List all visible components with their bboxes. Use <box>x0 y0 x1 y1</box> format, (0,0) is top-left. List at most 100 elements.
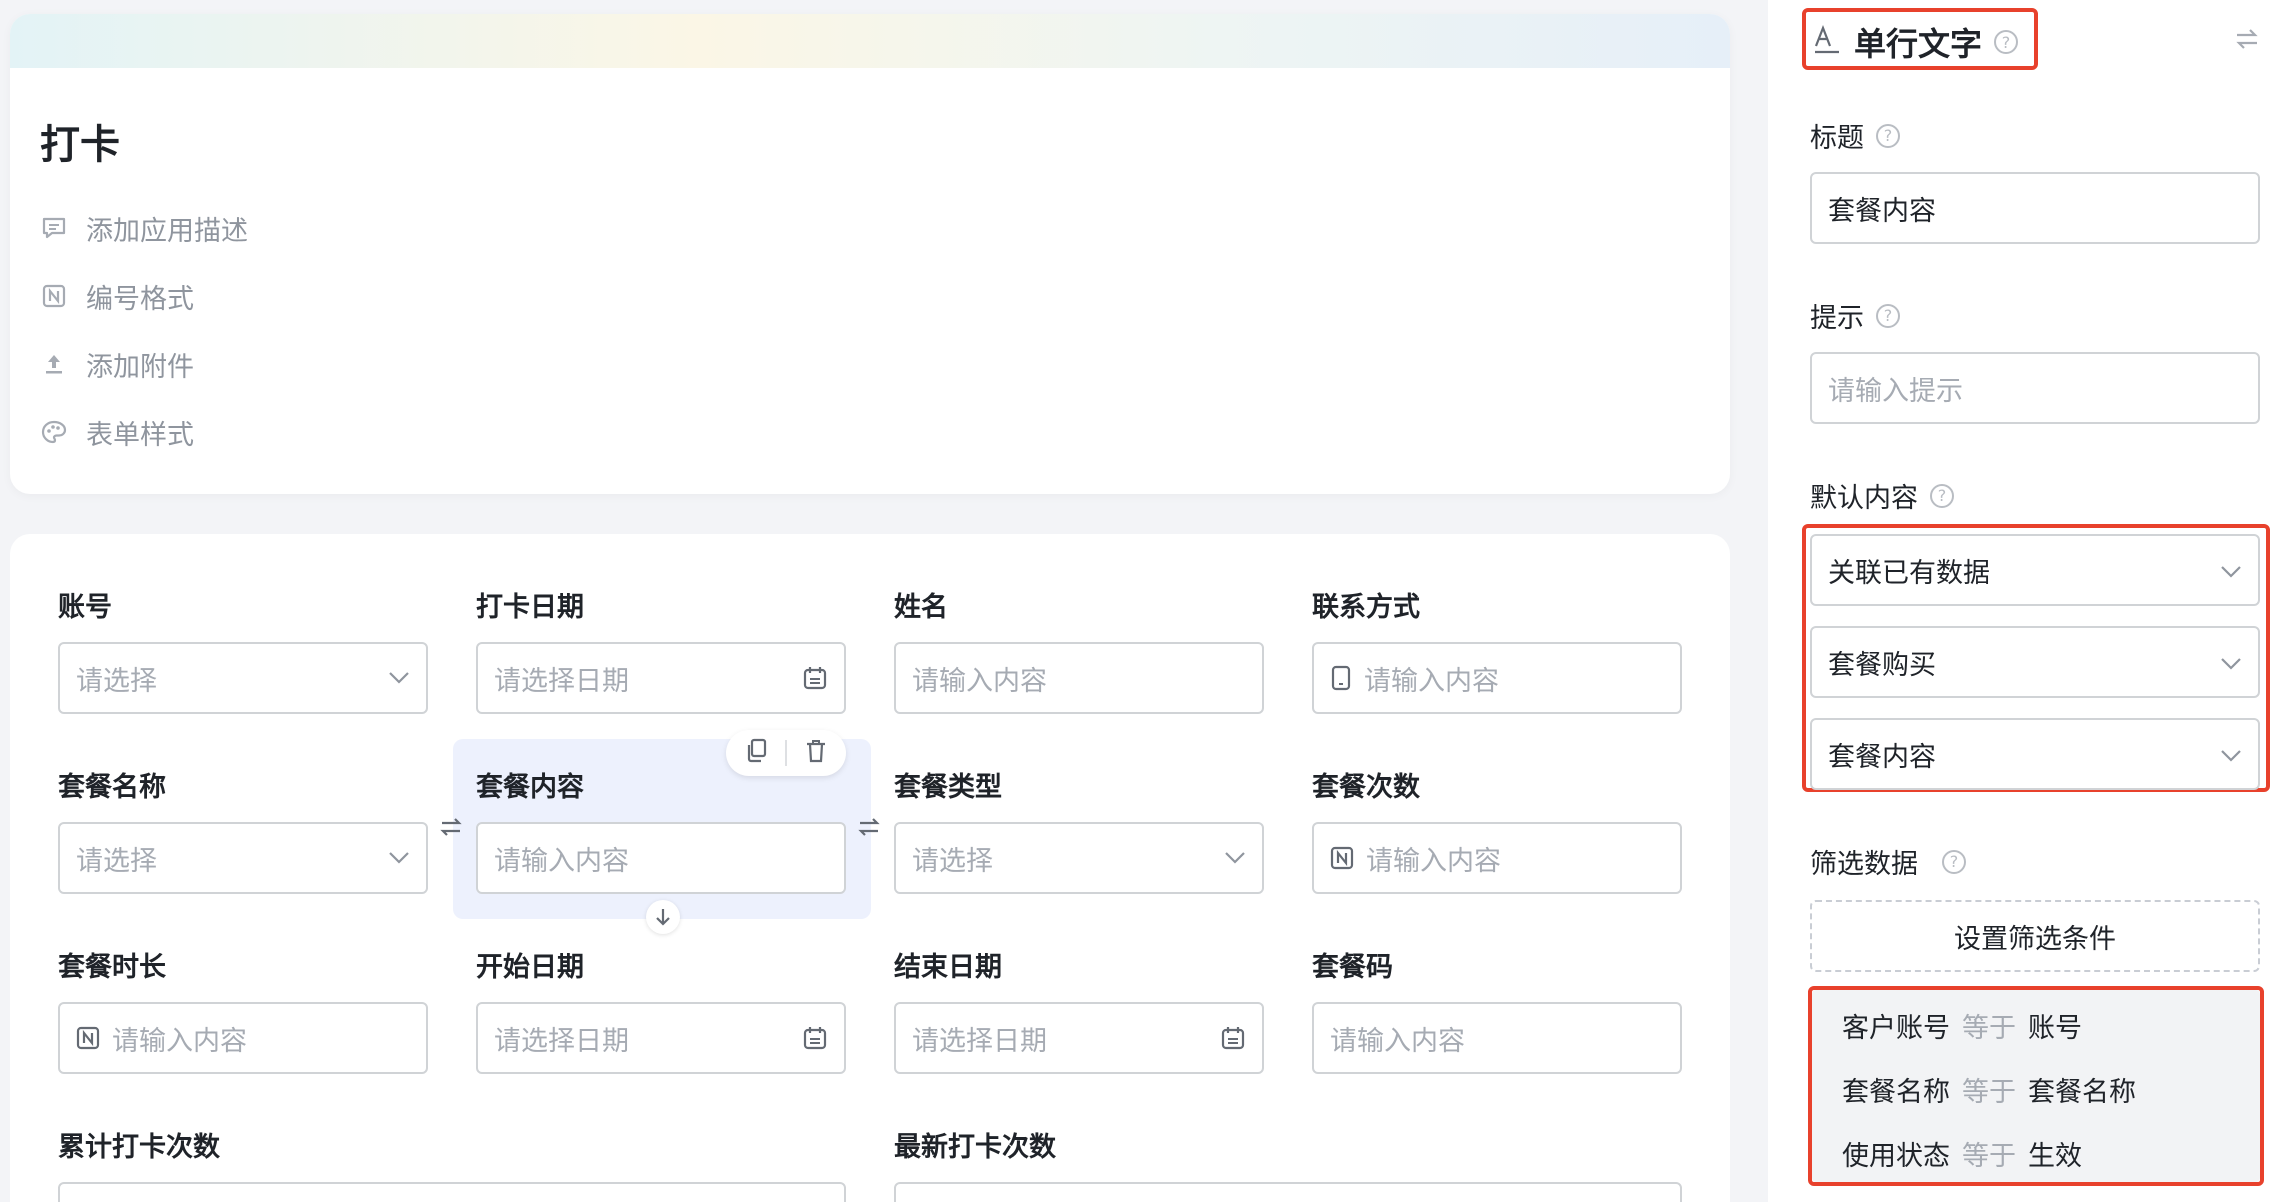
number-icon <box>1330 846 1354 870</box>
field-toolbar <box>726 730 846 776</box>
chevron-down-icon <box>2220 555 2242 586</box>
meta-label: 表单样式 <box>86 419 194 451</box>
select-value: 套餐内容 <box>1828 741 1936 773</box>
arrow-down-icon[interactable] <box>646 900 680 934</box>
field-label-latest-checkins: 最新打卡次数 <box>894 1132 1056 1163</box>
package-code-input[interactable]: 请输入内容 <box>1312 1002 1682 1074</box>
help-icon[interactable]: ? <box>1942 849 1966 874</box>
end-date-picker[interactable]: 请选择日期 <box>894 1002 1264 1074</box>
placeholder: 请选择日期 <box>912 1025 1047 1057</box>
chevron-down-icon <box>2220 647 2242 678</box>
number-format-link[interactable]: 编号格式 <box>40 276 194 316</box>
condition-operator: 等于 <box>1962 1013 2016 1044</box>
header-banner <box>10 14 1730 68</box>
set-filter-button[interactable]: 设置筛选条件 <box>1810 900 2260 972</box>
upload-icon <box>40 350 68 378</box>
condition-value: 账号 <box>2028 1013 2082 1044</box>
help-icon[interactable]: ? <box>1876 123 1900 148</box>
filter-condition-row[interactable]: 客户账号 等于 账号 <box>1842 1006 2082 1045</box>
field-label-package-duration: 套餐时长 <box>58 952 166 983</box>
number-icon <box>76 1026 100 1050</box>
label-text: 提示 <box>1810 303 1864 334</box>
placeholder: 请输入内容 <box>1330 1025 1465 1057</box>
placeholder: 请选择 <box>76 845 157 877</box>
placeholder: 请输入内容 <box>912 665 1047 697</box>
placeholder: 请输入提示 <box>1828 375 1963 407</box>
form-style-link[interactable]: 表单样式 <box>40 412 194 452</box>
select-value: 关联已有数据 <box>1828 557 1990 589</box>
condition-operator: 等于 <box>1962 1077 2016 1108</box>
field-label-package-type: 套餐类型 <box>894 772 1002 803</box>
meta-label: 添加附件 <box>86 351 194 383</box>
condition-value: 套餐名称 <box>2028 1077 2136 1108</box>
label-text: 筛选数据 <box>1810 849 1918 880</box>
condition-value: 生效 <box>2028 1141 2082 1172</box>
copy-icon[interactable] <box>744 738 768 768</box>
divider <box>784 740 787 766</box>
add-description-link[interactable]: 添加应用描述 <box>40 208 248 248</box>
default-content-label: 默认内容 ? <box>1810 476 1954 515</box>
filter-data-label: 筛选数据 ? <box>1810 842 1966 881</box>
condition-field: 使用状态 <box>1842 1141 1950 1172</box>
total-checkins-input[interactable] <box>58 1182 846 1202</box>
package-content-input[interactable]: 请输入内容 <box>476 822 846 894</box>
placeholder: 请输入内容 <box>1366 845 1501 877</box>
name-input[interactable]: 请输入内容 <box>894 642 1264 714</box>
account-select[interactable]: 请选择 <box>58 642 428 714</box>
placeholder: 请选择日期 <box>494 1025 629 1057</box>
field-label-package-count: 套餐次数 <box>1312 772 1420 803</box>
filter-condition-row[interactable]: 套餐名称 等于 套餐名称 <box>1842 1070 2136 1109</box>
add-attachment-link[interactable]: 添加附件 <box>40 344 194 384</box>
swap-left-icon[interactable] <box>436 812 466 842</box>
hint-input[interactable]: 请输入提示 <box>1810 352 2260 424</box>
placeholder: 请输入内容 <box>112 1025 247 1057</box>
field-label-account: 账号 <box>58 592 112 623</box>
field-label-package-code: 套餐码 <box>1312 952 1393 983</box>
calendar-icon <box>802 665 828 691</box>
calendar-icon <box>1220 1025 1246 1051</box>
field-label-package-name: 套餐名称 <box>58 772 166 803</box>
app-header-card <box>10 14 1730 494</box>
help-icon[interactable]: ? <box>1930 483 1954 508</box>
placeholder: 请选择 <box>912 845 993 877</box>
title-label: 标题 ? <box>1810 116 1900 155</box>
contact-input[interactable]: 请输入内容 <box>1312 642 1682 714</box>
chevron-down-icon <box>2220 739 2242 770</box>
field-label-checkin-date: 打卡日期 <box>476 592 584 623</box>
package-name-select[interactable]: 请选择 <box>58 822 428 894</box>
highlight-field-type <box>1802 8 2038 70</box>
condition-field: 客户账号 <box>1842 1013 1950 1044</box>
label-text: 默认内容 <box>1810 483 1918 514</box>
condition-field: 套餐名称 <box>1842 1077 1950 1108</box>
meta-label: 添加应用描述 <box>86 215 248 247</box>
linked-field-select[interactable]: 套餐内容 <box>1810 718 2260 790</box>
latest-checkins-input[interactable] <box>894 1182 1682 1202</box>
chevron-down-icon <box>1224 851 1246 865</box>
field-label-end-date: 结束日期 <box>894 952 1002 983</box>
select-value: 套餐购买 <box>1828 649 1936 681</box>
default-source-select[interactable]: 关联已有数据 <box>1810 534 2260 606</box>
filter-condition-row[interactable]: 使用状态 等于 生效 <box>1842 1134 2082 1173</box>
swap-right-icon[interactable] <box>854 812 884 842</box>
number-format-icon <box>40 282 68 310</box>
field-label-package-content: 套餐内容 <box>476 772 584 803</box>
placeholder: 请选择 <box>76 665 157 697</box>
checkin-date-picker[interactable]: 请选择日期 <box>476 642 846 714</box>
package-duration-input[interactable]: 请输入内容 <box>58 1002 428 1074</box>
field-label-total-checkins: 累计打卡次数 <box>58 1132 220 1163</box>
package-type-select[interactable]: 请选择 <box>894 822 1264 894</box>
start-date-picker[interactable]: 请选择日期 <box>476 1002 846 1074</box>
field-label-start-date: 开始日期 <box>476 952 584 983</box>
switch-type-icon[interactable] <box>2232 24 2262 54</box>
field-label-name: 姓名 <box>894 592 948 623</box>
condition-operator: 等于 <box>1962 1141 2016 1172</box>
chevron-down-icon <box>388 671 410 685</box>
title-input[interactable]: 套餐内容 <box>1810 172 2260 244</box>
app-title[interactable]: 打卡 <box>40 112 120 170</box>
placeholder: 请输入内容 <box>494 845 629 877</box>
meta-label: 编号格式 <box>86 283 194 315</box>
help-icon[interactable]: ? <box>1876 303 1900 328</box>
linked-form-select[interactable]: 套餐购买 <box>1810 626 2260 698</box>
package-count-input[interactable]: 请输入内容 <box>1312 822 1682 894</box>
delete-icon[interactable] <box>804 738 828 768</box>
